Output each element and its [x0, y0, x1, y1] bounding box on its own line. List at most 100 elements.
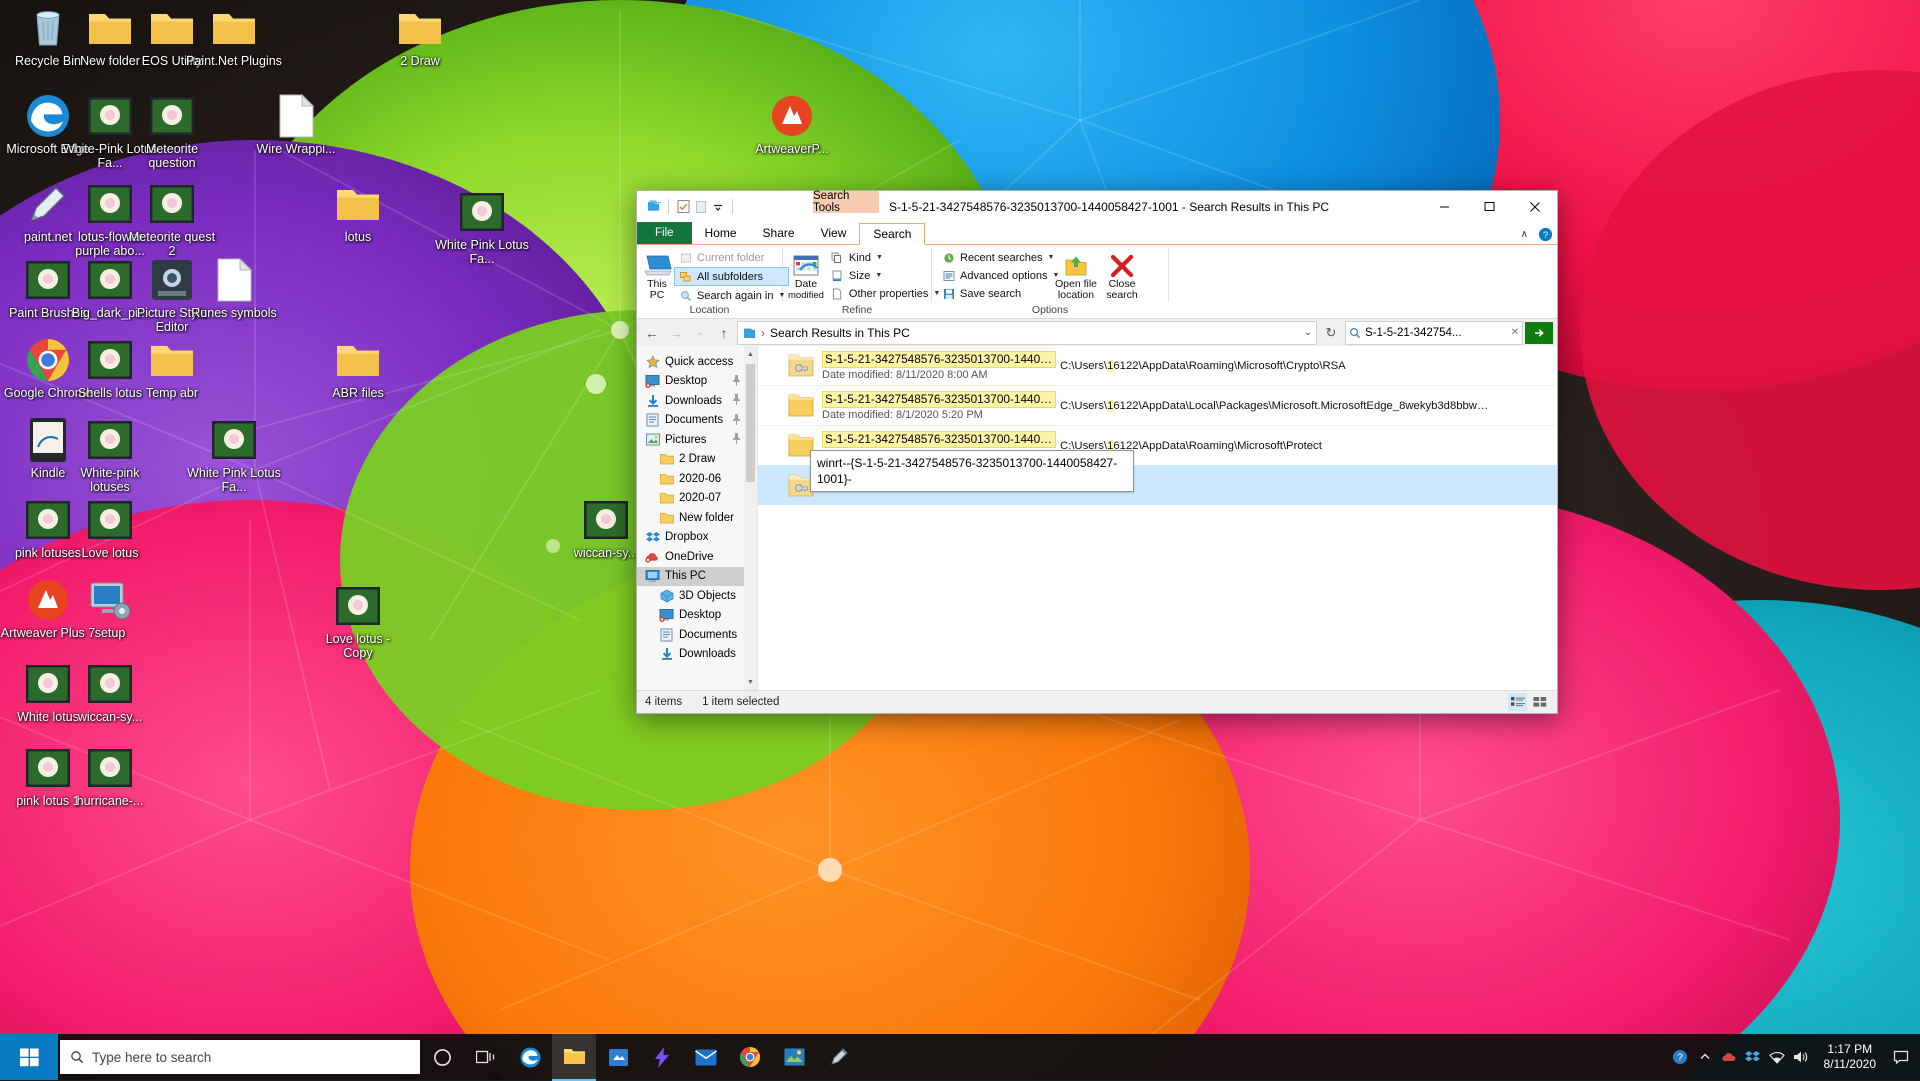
address-bar[interactable]: › Search Results in This PC ⌄: [737, 321, 1317, 345]
maximize-button[interactable]: [1467, 191, 1512, 222]
desktop-icon-setup[interactable]: setup: [62, 576, 158, 641]
tab-view[interactable]: View: [808, 222, 860, 244]
nav-scroll-thumb[interactable]: [746, 364, 755, 482]
nav-item-3d-objects[interactable]: 3D Objects: [637, 586, 757, 606]
desktop-icon-wiccan-sy[interactable]: wiccan-sy...: [62, 660, 158, 725]
this-pc-button[interactable]: This PC: [642, 248, 672, 301]
navigation-pane[interactable]: Quick accessDesktopDownloadsDocumentsPic…: [637, 346, 758, 690]
google-chrome-icon[interactable]: [728, 1034, 772, 1080]
new-folder-icon[interactable]: [692, 198, 709, 215]
properties-icon[interactable]: [675, 198, 692, 215]
table-row[interactable]: S-1-5-21-3427548576-3235013700-14400...D…: [758, 385, 1557, 425]
nav-item-downloads[interactable]: Downloads: [637, 391, 757, 411]
lightning-app-icon[interactable]: [640, 1034, 684, 1080]
microsoft-edge-icon[interactable]: [508, 1034, 552, 1080]
nav-item-documents[interactable]: Documents: [637, 411, 757, 431]
cortana-circle-icon[interactable]: [420, 1034, 464, 1080]
task-view-icon[interactable]: [464, 1034, 508, 1080]
search-input-value[interactable]: S-1-5-21-342754...: [1365, 327, 1507, 339]
nav-item-desktop[interactable]: Desktop: [637, 372, 757, 392]
all-subfolders-button[interactable]: All subfolders: [674, 267, 789, 286]
result-file-name[interactable]: S-1-5-21-3427548576-3235013700-14400...: [822, 391, 1056, 408]
ribbon-tab-strip[interactable]: File Home Share View Search ∧ ?: [637, 222, 1557, 245]
tab-share[interactable]: Share: [750, 222, 808, 244]
minimize-button[interactable]: [1422, 191, 1467, 222]
recent-locations-button[interactable]: ⌄: [689, 322, 711, 344]
address-dropdown-icon[interactable]: ⌄: [1304, 327, 1312, 338]
nav-item-onedrive[interactable]: OneDrive: [637, 547, 757, 567]
refresh-button[interactable]: ↻: [1319, 321, 1343, 345]
current-folder-button[interactable]: Current folder: [674, 249, 789, 266]
file-explorer-window[interactable]: Search Tools S-1-5-21-3427548576-3235013…: [636, 190, 1558, 714]
search-again-in-button[interactable]: Search again in ▼: [674, 287, 789, 304]
nav-item-this-pc[interactable]: This PC: [637, 567, 757, 587]
action-center-icon[interactable]: [1888, 1034, 1914, 1080]
desktop-icon-wire-wrappi[interactable]: Wire Wrappi...: [248, 92, 344, 157]
nav-item-downloads[interactable]: Downloads: [637, 645, 757, 665]
desktop-icon-abr-files[interactable]: ABR files: [310, 336, 406, 401]
desktop-icon-temp-abr[interactable]: Temp abr: [124, 336, 220, 401]
details-view-icon[interactable]: [1508, 693, 1527, 711]
folder-stack-icon[interactable]: [645, 198, 662, 215]
desktop-icon-artweaverp[interactable]: ArtweaverP...: [744, 92, 840, 157]
file-explorer-icon[interactable]: [552, 1033, 596, 1081]
pin-icon[interactable]: [732, 414, 741, 427]
desktop-icon-runes-symbols[interactable]: Runes symbols: [186, 256, 282, 321]
show-hidden-icons-icon[interactable]: [1694, 1034, 1716, 1080]
forward-button[interactable]: →: [665, 322, 687, 344]
result-file-name[interactable]: S-1-5-21-3427548576-3235013700-14400...: [822, 351, 1056, 368]
desktop-icon-paint-net-plugins[interactable]: Paint.Net Plugins: [186, 4, 282, 69]
search-results-list[interactable]: S-1-5-21-3427548576-3235013700-14400...D…: [758, 346, 1557, 690]
quick-access-toolbar[interactable]: [637, 191, 739, 222]
nav-item-pictures[interactable]: Pictures: [637, 430, 757, 450]
other-properties-button[interactable]: Other properties ▼: [826, 285, 944, 302]
size-button[interactable]: Size ▼: [826, 267, 944, 284]
nav-item-desktop[interactable]: Desktop: [637, 606, 757, 626]
desktop-icon-love-lotus-copy[interactable]: Love lotus - Copy: [310, 582, 406, 660]
ribbon[interactable]: This PC Current folder: [637, 245, 1557, 319]
system-tray[interactable]: ? 1:17 PM 8/11/2020: [1668, 1034, 1920, 1080]
collapse-ribbon-icon[interactable]: ∧: [1521, 229, 1528, 240]
desktop-icon-meteorite-quest-2[interactable]: Meteorite quest 2: [124, 180, 220, 258]
desktop-icon-meteorite-question[interactable]: Meteorite question: [124, 92, 220, 170]
volume-icon[interactable]: [1790, 1034, 1812, 1080]
close-button[interactable]: [1512, 191, 1557, 222]
taskbar-search-box[interactable]: Type here to search: [60, 1040, 420, 1074]
desktop-icon-white-pink-lotus-fa[interactable]: White Pink Lotus Fa...: [186, 416, 282, 494]
onedrive-tray-icon[interactable]: [1718, 1034, 1740, 1080]
windows-start-icon[interactable]: [0, 1034, 58, 1080]
nav-item-documents[interactable]: Documents: [637, 625, 757, 645]
desktop-icon-2-draw[interactable]: 2 Draw: [372, 4, 468, 69]
back-button[interactable]: ←: [641, 322, 663, 344]
ribbon-help-area[interactable]: ∧ ?: [1521, 227, 1553, 242]
nav-item-new-folder[interactable]: New folder: [637, 508, 757, 528]
kind-button[interactable]: Kind ▼: [826, 249, 944, 266]
network-icon[interactable]: [1766, 1034, 1788, 1080]
nav-scrollbar[interactable]: ▲ ▼: [744, 346, 757, 690]
large-icons-view-icon[interactable]: [1530, 693, 1549, 711]
search-go-button[interactable]: [1525, 322, 1553, 344]
taskbar[interactable]: Type here to search ?: [0, 1034, 1920, 1080]
pin-icon[interactable]: [732, 375, 741, 388]
window-controls[interactable]: [1422, 191, 1557, 222]
recent-searches-button[interactable]: Recent searches ▼: [937, 249, 1053, 266]
photos-app-icon[interactable]: [772, 1034, 816, 1080]
scroll-up-arrow[interactable]: ▲: [744, 346, 757, 362]
microsoft-store-icon[interactable]: [596, 1034, 640, 1080]
address-bar-row[interactable]: ← → ⌄ ↑ › Search Results in This PC ⌄ ↻ …: [637, 319, 1557, 346]
nav-item-dropbox[interactable]: Dropbox: [637, 528, 757, 548]
desktop-icon-white-pink-lotus-fa[interactable]: White Pink Lotus Fa...: [434, 188, 530, 266]
nav-item-2020-06[interactable]: 2020-06: [637, 469, 757, 489]
taskbar-clock[interactable]: 1:17 PM 8/11/2020: [1814, 1042, 1887, 1072]
pin-icon[interactable]: [732, 394, 741, 407]
advanced-options-button[interactable]: Advanced options ▼: [937, 267, 1053, 284]
nav-item-2-draw[interactable]: 2 Draw: [637, 450, 757, 470]
pin-icon[interactable]: [732, 433, 741, 446]
date-modified-button[interactable]: Date modified: [788, 248, 824, 301]
open-file-location-button[interactable]: Open file location: [1053, 248, 1099, 301]
nav-item-quick-access[interactable]: Quick access: [637, 352, 757, 372]
desktop-icon-love-lotus[interactable]: Love lotus: [62, 496, 158, 561]
tab-home[interactable]: Home: [692, 222, 750, 244]
table-row[interactable]: S-1-5-21-3427548576-3235013700-14400...D…: [758, 346, 1557, 385]
desktop-icon-lotus[interactable]: lotus: [310, 180, 406, 245]
